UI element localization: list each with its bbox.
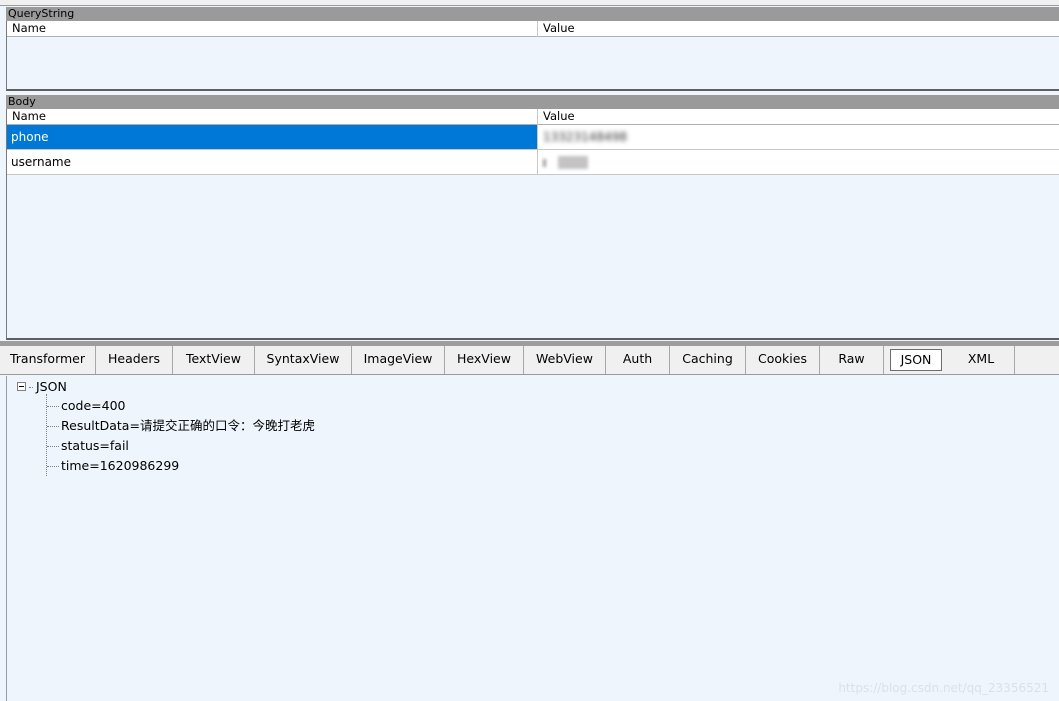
- json-tree-node[interactable]: code=400: [47, 396, 125, 416]
- json-root-node[interactable]: JSON: [17, 378, 67, 396]
- tab-xml[interactable]: XML: [948, 346, 1015, 374]
- tree-connector: [47, 446, 59, 447]
- table-row[interactable]: phone 13323148498: [7, 125, 1059, 150]
- json-tree-node[interactable]: ResultData=请提交正确的口令：今晚打老虎: [47, 416, 315, 436]
- param-name[interactable]: phone: [7, 125, 538, 149]
- tab-textview[interactable]: TextView: [173, 346, 255, 374]
- json-node-text: ResultData=请提交正确的口令：今晚打老虎: [61, 418, 315, 433]
- tab-cookies[interactable]: Cookies: [746, 346, 820, 374]
- json-node-text: time=1620986299: [61, 458, 180, 473]
- tab-imageview[interactable]: ImageView: [352, 346, 445, 374]
- tab-auth[interactable]: Auth: [606, 346, 670, 374]
- column-divider[interactable]: [537, 109, 538, 125]
- json-node-text: status=fail: [61, 438, 129, 453]
- json-root-label: JSON: [36, 379, 67, 394]
- top-strip: [0, 0, 1059, 6]
- param-value[interactable]: [538, 150, 1059, 174]
- param-name[interactable]: username: [7, 150, 538, 174]
- tree-connector: [29, 387, 33, 388]
- body-column-headers: Name Value: [7, 109, 1059, 125]
- redaction-mark: [543, 158, 546, 167]
- tab-webview[interactable]: WebView: [524, 346, 606, 374]
- param-value[interactable]: 13323148498: [538, 125, 1059, 149]
- querystring-value-column[interactable]: Value: [543, 21, 575, 36]
- json-tree: JSON code=400 ResultData=请提交正确的口令：今晚打老虎 …: [6, 376, 1059, 701]
- watermark: https://blog.csdn.net/qq_23356521: [838, 681, 1049, 695]
- json-tree-node[interactable]: status=fail: [47, 436, 129, 456]
- querystring-grid[interactable]: Name Value: [6, 21, 1059, 91]
- querystring-column-headers: Name Value: [7, 21, 1059, 37]
- tree-connector: [47, 466, 59, 467]
- tab-caching[interactable]: Caching: [670, 346, 746, 374]
- tab-hexview[interactable]: HexView: [445, 346, 524, 374]
- tab-json[interactable]: JSON: [890, 349, 942, 371]
- tab-raw[interactable]: Raw: [820, 346, 884, 374]
- tab-headers[interactable]: Headers: [96, 346, 173, 374]
- body-header: Body: [6, 95, 1059, 109]
- redacted-value: 13323148498: [543, 130, 627, 144]
- json-node-text: code=400: [61, 398, 126, 413]
- body-grid[interactable]: Name Value phone 13323148498 username: [6, 109, 1059, 340]
- json-tree-node[interactable]: time=1620986299: [47, 456, 179, 476]
- tree-connector: [47, 426, 59, 427]
- collapse-minus-icon[interactable]: [17, 382, 26, 391]
- querystring-name-column[interactable]: Name: [12, 21, 46, 36]
- table-row[interactable]: username: [7, 150, 1059, 175]
- tab-syntaxview[interactable]: SyntaxView: [255, 346, 352, 374]
- column-divider[interactable]: [537, 21, 538, 37]
- tab-transformer[interactable]: Transformer: [0, 346, 96, 374]
- tree-connector: [47, 406, 59, 407]
- inspector-tabs: Transformer Headers TextView SyntaxView …: [0, 346, 1059, 375]
- body-name-column[interactable]: Name: [12, 109, 46, 124]
- body-value-column[interactable]: Value: [543, 109, 575, 124]
- redaction-mark: [557, 156, 588, 169]
- querystring-header: QueryString: [6, 7, 1059, 21]
